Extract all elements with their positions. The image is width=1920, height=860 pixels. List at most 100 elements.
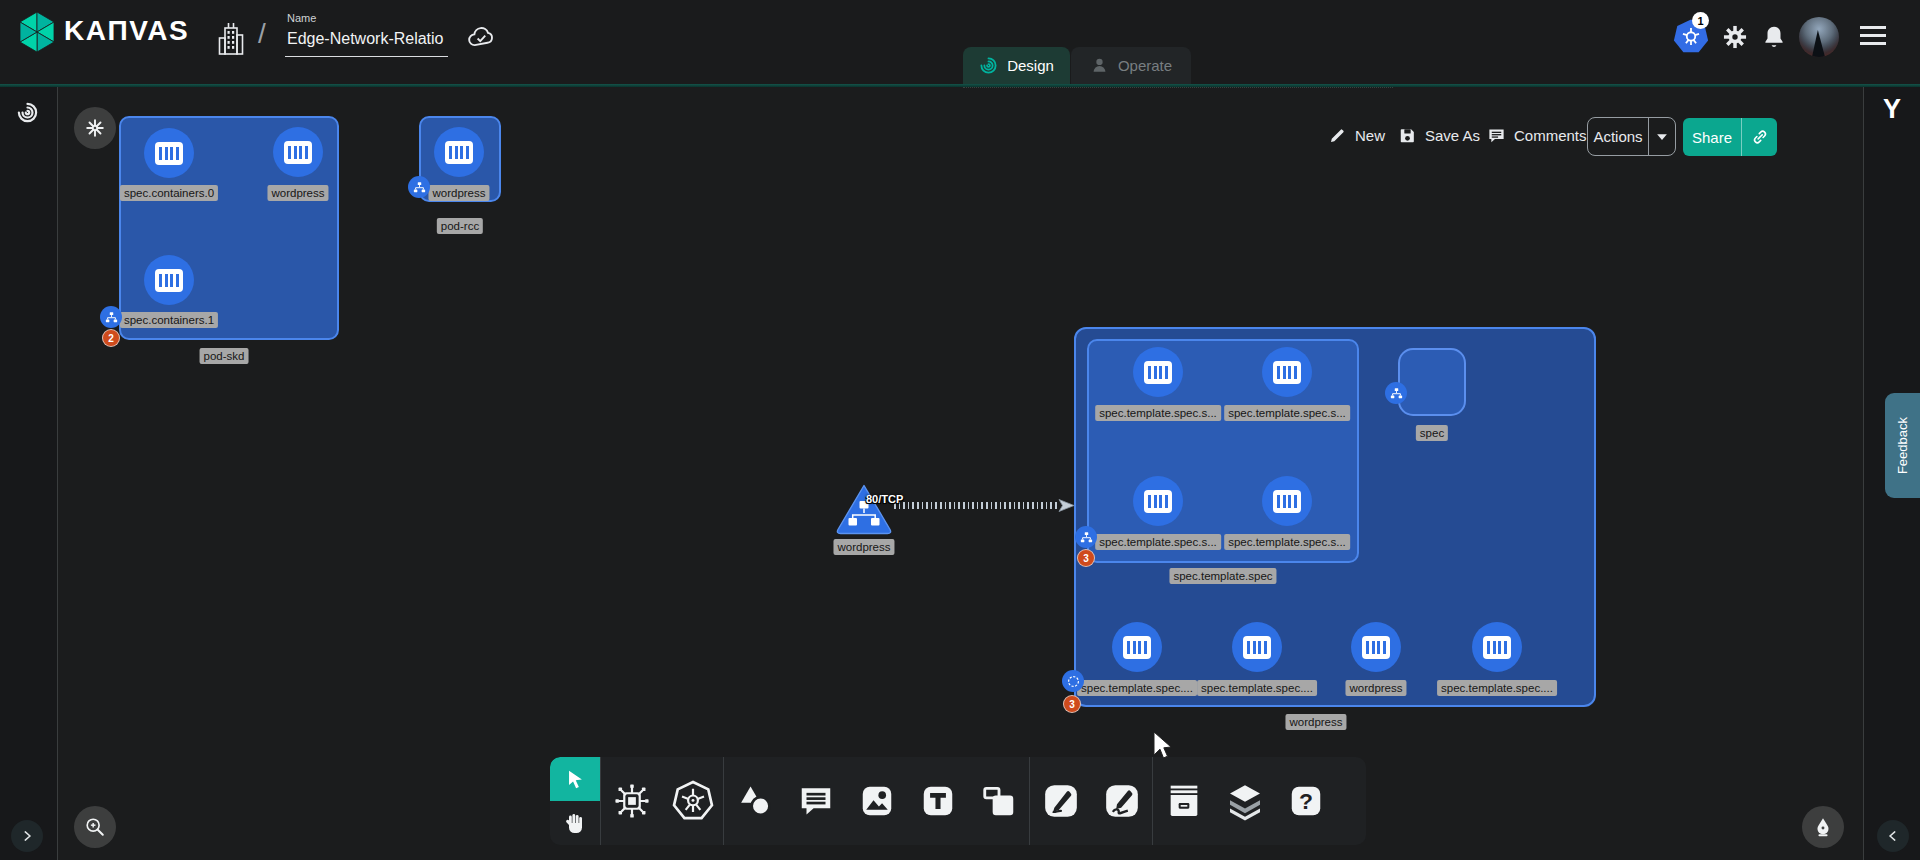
svg-text:?: ? (1298, 788, 1312, 814)
pod-badge-icon[interactable] (1385, 382, 1407, 404)
tool-pencil[interactable] (1091, 757, 1152, 845)
node-label: wordpress (833, 539, 894, 555)
container-icon (1144, 490, 1172, 513)
kubernetes-count-badge[interactable]: 1 (1692, 12, 1709, 29)
layer5-y-logo[interactable]: Y (1883, 94, 1901, 125)
design-name-input[interactable]: Edge-Network-Relatio (287, 30, 444, 48)
node-wordpress-2[interactable] (434, 127, 484, 177)
save-as-button[interactable]: Save As (1398, 126, 1480, 145)
pod-badge-icon[interactable] (100, 306, 122, 328)
hand-icon (563, 811, 587, 835)
actions-caret[interactable] (1648, 118, 1675, 155)
sync-swirl-icon[interactable] (16, 101, 39, 124)
container-icon (1273, 361, 1301, 384)
kanvas-logo-icon[interactable] (14, 9, 60, 55)
design-tools-button[interactable] (1802, 806, 1844, 848)
canvas-toolbar: ? (550, 757, 1366, 845)
tool-select[interactable] (550, 757, 600, 801)
tool-shapes[interactable] (724, 757, 785, 845)
tool-kubernetes[interactable] (662, 757, 723, 845)
tool-comment[interactable] (785, 757, 846, 845)
zoom-in-icon (84, 816, 106, 838)
help-icon: ? (1287, 782, 1325, 820)
canvas-menu-button[interactable] (74, 107, 116, 149)
pencil-icon (1328, 126, 1347, 145)
breadcrumb-separator: / (258, 18, 266, 50)
zoom-button[interactable] (74, 806, 116, 848)
error-count-badge[interactable]: 3 (1077, 549, 1095, 567)
organization-icon[interactable] (216, 20, 246, 60)
new-button[interactable]: New (1328, 126, 1385, 145)
group-spec-template-spec[interactable] (1087, 339, 1359, 563)
container-icon (284, 141, 312, 164)
node-bottom-2[interactable] (1232, 622, 1282, 672)
share-button[interactable]: Share (1683, 118, 1777, 156)
container-icon (1243, 636, 1271, 659)
node-spec-containers-0[interactable] (144, 128, 194, 178)
design-canvas[interactable]: Y (0, 87, 1920, 860)
hamburger-menu-icon[interactable] (1860, 26, 1886, 45)
node-bottom-3[interactable] (1351, 622, 1401, 672)
pod-badge-icon[interactable] (1075, 526, 1097, 548)
node-bottom-4[interactable] (1472, 622, 1522, 672)
node-label: spec.template.spec.s... (1095, 405, 1221, 421)
expand-left-panel-button[interactable] (11, 820, 43, 852)
container-icon (1123, 636, 1151, 659)
share-link-segment[interactable] (1741, 118, 1777, 156)
node-spec[interactable] (1398, 348, 1466, 416)
node-label: spec.template.spec.s... (1224, 405, 1350, 421)
snowflake-icon (84, 117, 106, 139)
user-avatar[interactable] (1799, 17, 1839, 57)
tool-archive[interactable] (1153, 757, 1214, 845)
comments-label: Comments (1514, 127, 1587, 144)
notifications-bell-icon[interactable] (1761, 24, 1787, 50)
save-as-label: Save As (1425, 127, 1480, 144)
node-service-wordpress[interactable] (834, 482, 894, 536)
cursor-arrow-icon (564, 768, 586, 790)
caret-down-icon (1656, 133, 1668, 141)
actions-dropdown-button[interactable]: Actions (1587, 117, 1676, 156)
node-bottom-1[interactable] (1112, 622, 1162, 672)
container-icon (1483, 636, 1511, 659)
share-label: Share (1683, 118, 1741, 156)
tool-help[interactable]: ? (1275, 757, 1336, 845)
tool-layers[interactable] (1214, 757, 1275, 845)
left-rail-divider (57, 87, 58, 860)
tool-pan[interactable] (550, 801, 600, 845)
tool-component[interactable] (601, 757, 662, 845)
error-count-badge[interactable]: 3 (1063, 695, 1081, 713)
operate-tab-icon (1090, 56, 1109, 75)
container-icon (155, 269, 183, 292)
collapse-right-panel-button[interactable] (1877, 820, 1909, 852)
pen-tool-icon (1041, 781, 1081, 821)
pod-badge-icon[interactable] (408, 176, 430, 198)
tool-pen[interactable] (1030, 757, 1091, 845)
feedback-tab[interactable]: Feedback (1885, 393, 1920, 498)
tab-operate[interactable]: Operate (1071, 47, 1191, 84)
tab-dotted-edge (963, 87, 1393, 88)
comments-button[interactable]: Comments (1487, 126, 1587, 145)
shapes-icon (735, 781, 775, 821)
kanvas-app: KAΠVAS / Name Edge-Network-Relatio (0, 0, 1920, 860)
archive-drawer-icon (1164, 781, 1204, 821)
node-template-4[interactable] (1262, 476, 1312, 526)
error-count-badge[interactable]: 2 (102, 329, 120, 347)
node-template-3[interactable] (1133, 476, 1183, 526)
container-icon (1273, 490, 1301, 513)
node-template-2[interactable] (1262, 347, 1312, 397)
cloud-save-icon[interactable] (464, 22, 498, 52)
node-wordpress-1[interactable] (273, 127, 323, 177)
tool-image[interactable] (846, 757, 907, 845)
deployment-badge-icon[interactable] (1062, 670, 1084, 692)
tool-frame[interactable] (968, 757, 1029, 845)
tool-text[interactable] (907, 757, 968, 845)
tab-design[interactable]: Design (963, 47, 1070, 84)
edge-wordpress-to-wordpress[interactable] (894, 502, 1058, 509)
mouse-cursor (1152, 731, 1174, 761)
link-icon (1751, 128, 1769, 146)
node-template-1[interactable] (1133, 347, 1183, 397)
node-spec-containers-1[interactable] (144, 255, 194, 305)
node-label: spec.template.spec.... (1437, 680, 1557, 696)
group-label: spec.template.spec (1169, 568, 1276, 584)
settings-gear-icon[interactable] (1722, 24, 1748, 50)
